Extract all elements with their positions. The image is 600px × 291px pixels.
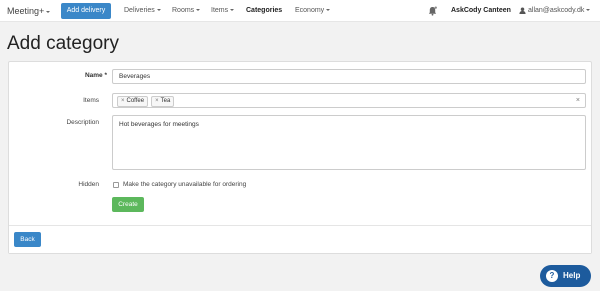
user-icon: [519, 7, 526, 14]
tag-coffee-label: Coffee: [126, 98, 145, 104]
name-input[interactable]: Beverages: [112, 69, 586, 84]
panel-footer: Back: [9, 225, 591, 253]
hidden-checkbox-label[interactable]: Make the category unavailable for orderi…: [123, 181, 246, 188]
hidden-checkbox[interactable]: [113, 182, 119, 188]
chevron-down-icon: [326, 9, 331, 12]
brand-menu[interactable]: Meeting+: [7, 0, 51, 22]
nav-economy[interactable]: Economy: [295, 0, 331, 22]
nav-categories-label: Categories: [246, 7, 283, 14]
chevron-down-icon: [230, 9, 235, 12]
chevron-down-icon: [196, 9, 201, 12]
chevron-down-icon: [586, 9, 591, 12]
chevron-down-icon: [46, 10, 51, 13]
tag-coffee[interactable]: × Coffee: [117, 96, 149, 107]
nav-rooms-label: Rooms: [172, 7, 195, 14]
question-icon: ?: [546, 270, 558, 282]
add-delivery-button[interactable]: Add delivery: [61, 3, 111, 19]
nav-deliveries-label: Deliveries: [124, 7, 155, 14]
help-label: Help: [563, 271, 581, 280]
nav-items[interactable]: Items: [211, 0, 235, 22]
user-menu[interactable]: allan@askcody.dk: [519, 0, 591, 22]
remove-tag-icon[interactable]: ×: [121, 98, 125, 104]
create-button[interactable]: Create: [112, 197, 144, 212]
description-textarea[interactable]: Hot beverages for meetings: [112, 115, 586, 170]
nav-items-label: Items: [211, 7, 229, 14]
brand-label: Meeting+: [7, 6, 45, 16]
nav-categories[interactable]: Categories: [246, 0, 282, 22]
description-label: Description: [66, 119, 99, 126]
back-button[interactable]: Back: [14, 232, 41, 247]
items-label: Items: [83, 97, 99, 104]
tag-tea[interactable]: × Tea: [151, 96, 175, 107]
help-button[interactable]: ? Help: [540, 265, 591, 287]
remove-tag-icon[interactable]: ×: [155, 98, 159, 104]
nav-rooms[interactable]: Rooms: [172, 0, 201, 22]
page-title: Add category: [7, 33, 119, 54]
hidden-label: Hidden: [78, 181, 99, 188]
items-multiselect[interactable]: × Coffee × Tea ×: [112, 93, 586, 108]
clear-all-icon[interactable]: ×: [576, 97, 580, 104]
top-navbar: Meeting+ Add delivery Deliveries Rooms I…: [0, 0, 600, 22]
user-email: allan@askcody.dk: [528, 7, 585, 14]
org-name[interactable]: AskCody Canteen: [451, 0, 511, 22]
nav-deliveries[interactable]: Deliveries: [124, 0, 161, 22]
name-label: Name *: [84, 72, 107, 79]
bell-icon[interactable]: [428, 6, 437, 16]
nav-economy-label: Economy: [295, 7, 325, 14]
tag-tea-label: Tea: [160, 98, 171, 104]
chevron-down-icon: [156, 9, 161, 12]
category-form-panel: Name * Beverages Items × Coffee × Tea × Des…: [8, 61, 592, 254]
